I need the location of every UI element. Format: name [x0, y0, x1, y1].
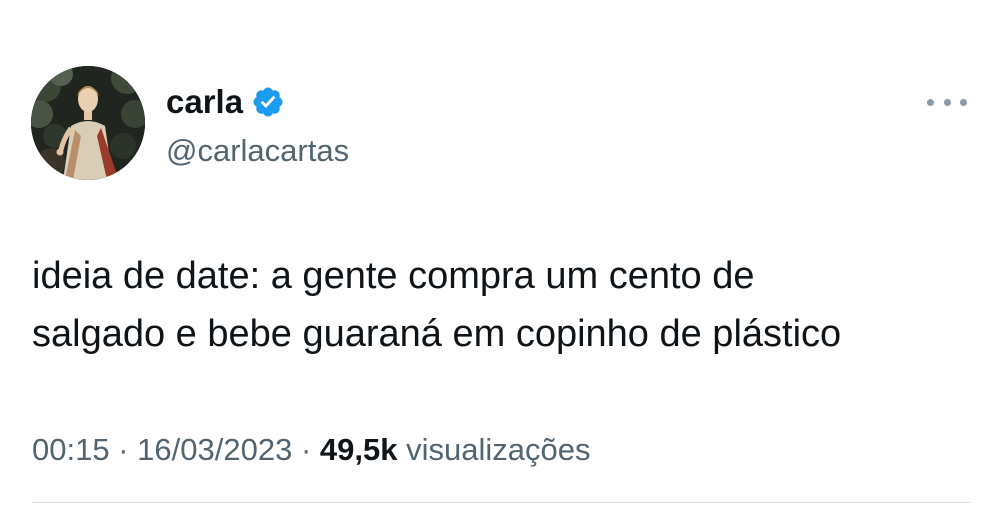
display-name[interactable]: carla	[166, 82, 243, 122]
name-row: carla	[166, 82, 349, 122]
avatar-renaissance-painting-icon	[31, 66, 145, 180]
verified-badge-icon	[251, 85, 285, 119]
divider	[32, 502, 970, 503]
meta-separator: ·	[300, 432, 312, 467]
meta-separator: ·	[118, 432, 129, 467]
more-dot	[927, 98, 934, 106]
more-options-icon[interactable]	[927, 92, 967, 112]
more-dot	[943, 98, 951, 106]
tweet-meta: 00:15 · 16/03/2023 · 49,5k visualizações	[32, 428, 590, 472]
avatar[interactable]	[31, 66, 145, 180]
tweet-time[interactable]: 00:15	[32, 432, 110, 467]
tweet-date[interactable]: 16/03/2023	[137, 432, 292, 467]
tweet-card: carla @carlacartas ideia de date: a gent…	[0, 0, 1000, 524]
author-block: carla @carlacartas	[166, 82, 349, 170]
views-label: visualizações	[406, 432, 591, 467]
user-handle[interactable]: @carlacartas	[166, 132, 349, 170]
tweet-text: ideia de date: a gente compra um cento d…	[32, 255, 842, 355]
more-dot	[960, 98, 967, 106]
views-count: 49,5k	[319, 432, 398, 467]
